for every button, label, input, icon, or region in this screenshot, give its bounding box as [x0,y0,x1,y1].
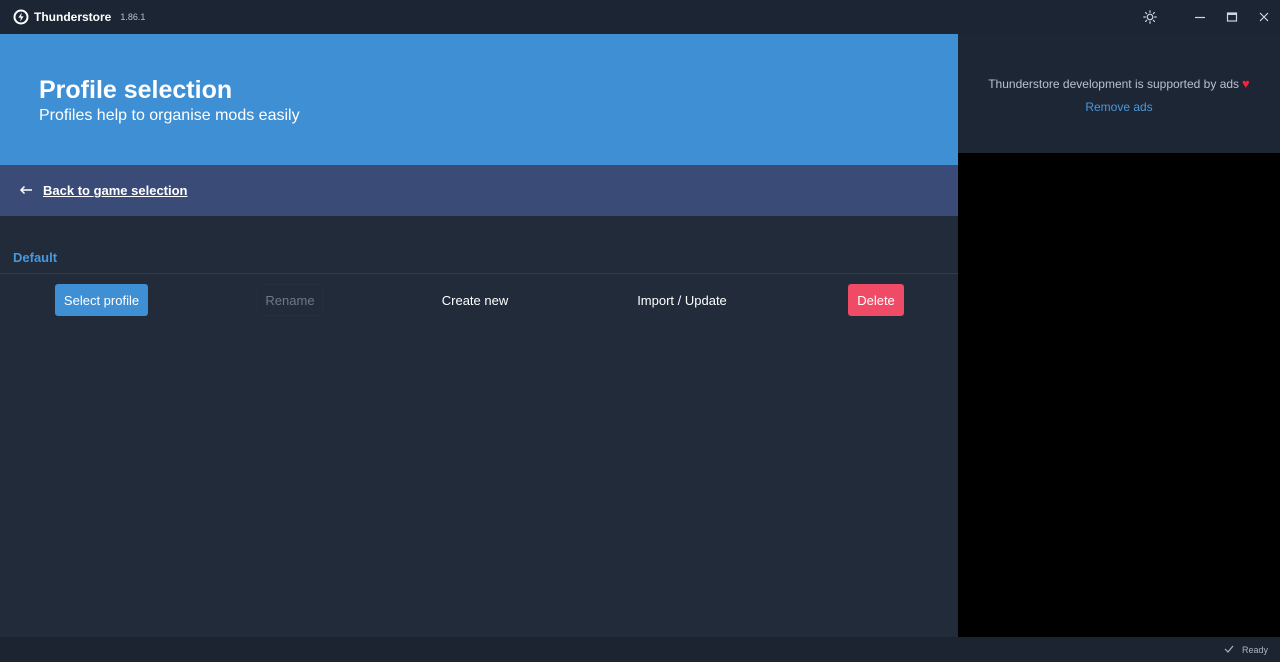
profile-name[interactable]: Default [13,250,57,265]
maximize-icon[interactable] [1216,0,1248,34]
create-new-button[interactable]: Create new [432,284,518,316]
back-bar: Back to game selection [0,165,958,216]
hero-banner: Profile selection Profiles help to organ… [0,34,958,165]
heart-icon: ♥ [1242,76,1250,91]
ad-sidebar: Thunderstore development is supported by… [958,34,1280,637]
page-subtitle: Profiles help to organise mods easily [39,107,300,124]
remove-ads-link[interactable]: Remove ads [958,100,1280,114]
title-bar: Thunderstore 1.86.1 [0,0,1280,34]
minimize-icon[interactable] [1184,0,1216,34]
brand: Thunderstore 1.86.1 [13,9,145,25]
thunderstore-logo-icon [13,9,29,25]
ad-notice: Thunderstore development is supported by… [958,34,1280,153]
delete-button[interactable]: Delete [848,284,904,316]
profile-header: Default [0,216,958,274]
back-to-game-selection-link[interactable]: Back to game selection [43,183,188,198]
status-bar: Ready [0,637,1280,662]
app-version: 1.86.1 [120,12,146,22]
check-icon [1224,644,1234,656]
app-name: Thunderstore [34,10,112,24]
arrow-left-icon [19,182,43,199]
ad-message: Thunderstore development is supported by… [988,77,1240,91]
theme-icon[interactable] [1134,0,1166,34]
page-title: Profile selection [39,76,233,104]
import-update-button[interactable]: Import / Update [626,284,738,316]
window-controls [1134,0,1280,34]
rename-button[interactable]: Rename [257,284,323,316]
select-profile-button[interactable]: Select profile [55,284,148,316]
close-icon[interactable] [1248,0,1280,34]
main-panel: Profile selection Profiles help to organ… [0,34,958,637]
profile-actions: Select profile Rename Create new Import … [0,274,958,326]
status-text: Ready [1241,644,1268,655]
